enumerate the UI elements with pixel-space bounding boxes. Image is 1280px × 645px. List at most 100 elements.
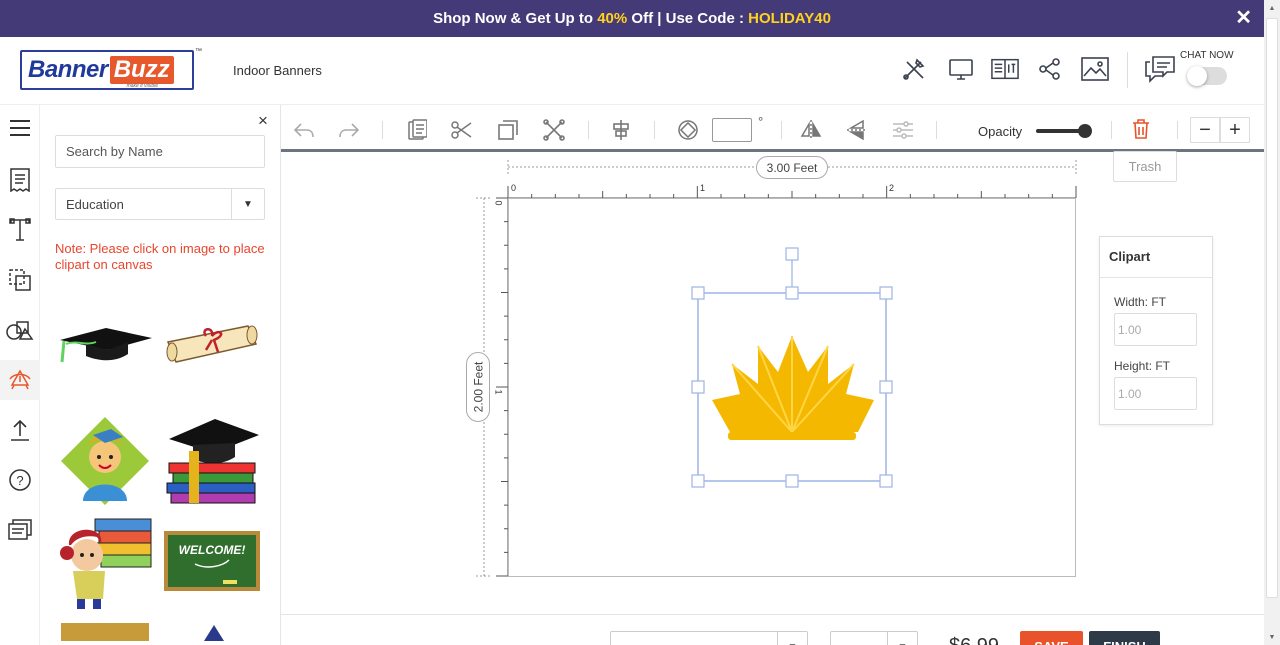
height-label: Height: FT [1114,359,1171,373]
toolbar-divider [654,121,655,139]
trash-icon[interactable] [1131,118,1151,145]
breadcrumb[interactable]: Indoor Banners [233,63,322,78]
book-icon[interactable] [991,55,1019,83]
ruler-top-label-1: 1 [700,183,706,193]
clipart-welcome-board[interactable]: WELCOME! [162,515,262,610]
chevron-down-icon: ▼ [231,189,264,219]
template-icon[interactable] [0,160,40,200]
tools-icon[interactable] [900,55,928,83]
close-icon[interactable]: × [258,111,268,131]
zoom-out-button[interactable]: − [1190,117,1220,143]
help-icon[interactable]: ? [0,460,40,500]
bottom-bar: ▼ ▼ $6.99 SAVE FINISH [281,614,1264,645]
flip-vertical-icon[interactable] [844,117,870,143]
width-label: Width: FT [1114,295,1167,309]
trash-tooltip: Trash [1113,151,1177,182]
search-input[interactable] [55,135,265,168]
properties-divider [1100,277,1212,278]
promo-text-middle: Off | Use Code : [627,10,749,27]
clipart-graduate-girl[interactable] [55,413,155,508]
properties-title: Clipart [1109,249,1151,264]
ruler-top-label-2: 2 [889,183,895,193]
logo-trademark: ™ [195,48,202,55]
paste-icon[interactable] [404,117,430,143]
text-icon[interactable] [0,210,40,250]
height-input[interactable] [1114,377,1197,410]
save-button[interactable]: SAVE [1020,631,1083,645]
flip-horizontal-icon[interactable] [798,117,824,143]
layers-icon[interactable] [0,260,40,300]
clipart-girl-books[interactable] [55,515,155,610]
toolbar-divider [936,121,937,139]
notes-icon[interactable] [0,510,40,550]
toolbar-divider [1177,121,1178,139]
category-value: Education [66,196,124,212]
monitor-icon[interactable] [947,55,975,83]
share-icon[interactable] [1036,55,1064,83]
adjust-icon[interactable] [890,117,916,143]
ruler-left-label-1: 1 [493,389,504,395]
close-icon[interactable]: ✕ [1235,8,1252,28]
rotation-angle-input[interactable] [712,118,752,142]
upload-icon[interactable] [0,410,40,450]
chat-icon[interactable] [1143,53,1177,85]
height-dimension-pill: 2.00 Feet [466,352,490,422]
chevron-down-icon: ▼ [887,632,917,645]
chat-toggle[interactable] [1187,66,1227,86]
clipart-diploma[interactable] [162,295,262,390]
logo[interactable]: Banner Buzz ™ make it visible [20,48,202,90]
rotate-icon[interactable] [675,117,701,143]
clipart-graduation-cap[interactable] [55,295,155,390]
align-icon[interactable] [608,117,634,143]
clipart-icon[interactable] [0,360,40,400]
clipart-note: Note: Please click on image to place cli… [55,241,265,272]
category-select[interactable]: Education ▼ [55,188,265,220]
clipart-partial-1[interactable] [55,621,155,641]
toolbar-divider [588,121,589,139]
promo-code: HOLIDAY40 [748,10,831,27]
cut-icon[interactable] [449,117,475,143]
opacity-slider-thumb[interactable] [1078,124,1092,138]
chat-now-label: CHAT NOW [1180,50,1234,61]
toggle-knob [1187,66,1207,86]
chevron-down-icon: ▼ [777,632,807,645]
width-input[interactable] [1114,313,1197,346]
scrollbar-thumb[interactable] [1266,18,1278,598]
logo-part2: Buzz [109,56,174,84]
finish-button[interactable]: FINISH [1089,631,1160,645]
redo-icon[interactable] [336,117,362,143]
clipart-books-cap[interactable] [162,413,262,508]
tool-sidebar: ? [0,105,40,645]
width-dimension-label: 3.00 Feet [756,156,828,179]
quantity-select[interactable]: ▼ [830,631,918,645]
size-select[interactable]: ▼ [610,631,808,645]
menu-icon[interactable] [0,108,40,148]
image-icon[interactable] [1081,55,1109,83]
height-dimension-label: 2.00 Feet [471,361,486,413]
clipart-properties-panel: Clipart Width: FT Height: FT [1099,236,1213,425]
copy-icon[interactable] [495,117,521,143]
header-divider [1127,52,1128,88]
promo-percent: 40% [597,10,628,27]
delete-x-icon[interactable] [541,117,567,143]
opacity-label: Opacity [978,124,1023,139]
page-scrollbar[interactable]: ▲ ▼ [1264,0,1280,645]
toolbar-divider [1111,121,1112,139]
header: Banner Buzz ™ make it visible Indoor Bann… [0,37,1264,105]
scroll-up-icon[interactable]: ▲ [1264,0,1280,16]
promo-banner: Shop Now & Get Up to 40% Off | Use Code … [0,0,1264,37]
zoom-in-button[interactable]: + [1220,117,1250,143]
logo-tagline: make it visible [126,83,158,89]
shapes-icon[interactable] [0,310,40,350]
toolbar-divider [781,121,782,139]
ruler-top-label-0: 0 [511,183,517,193]
degree-symbol: ° [758,114,764,129]
scroll-down-icon[interactable]: ▼ [1264,629,1280,645]
opacity-slider[interactable] [1036,124,1092,138]
promo-text-before: Shop Now & Get Up to [433,10,598,27]
toolbar-divider [382,121,383,139]
selected-clipart[interactable] [688,244,898,492]
logo-part1: Banner [28,56,108,83]
undo-icon[interactable] [291,117,317,143]
clipart-partial-2[interactable] [162,621,262,641]
